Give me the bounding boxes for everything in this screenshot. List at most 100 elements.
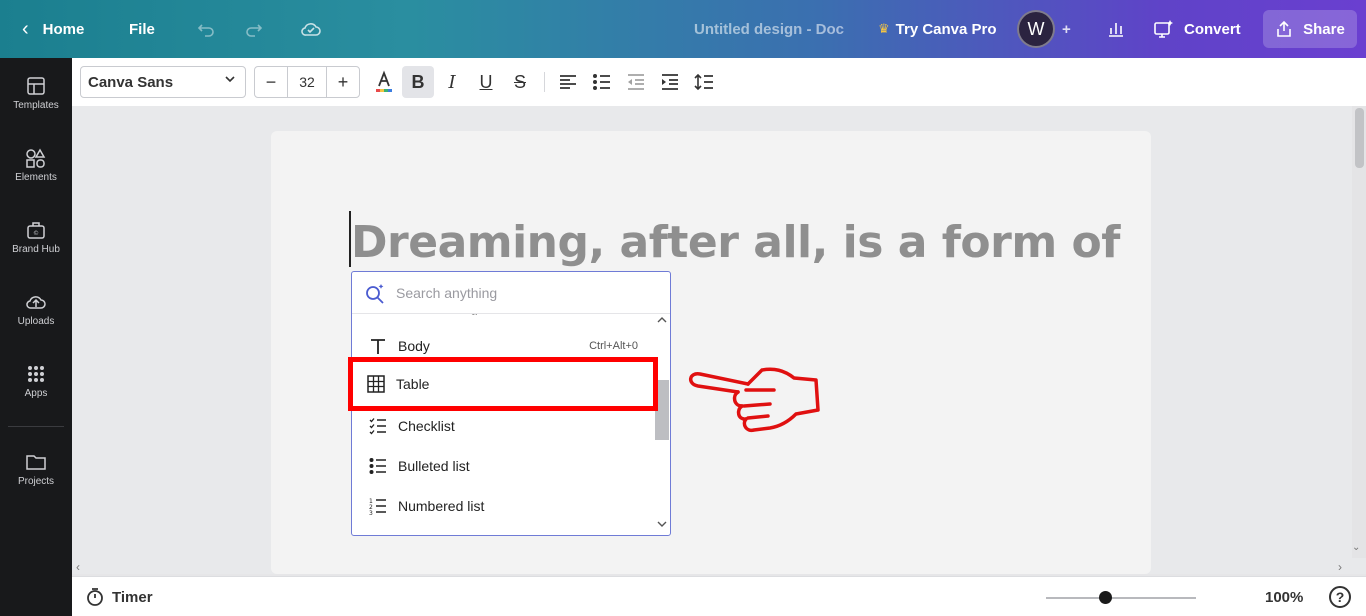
vertical-scrollbar[interactable] — [1352, 106, 1366, 558]
timer-label: Timer — [112, 588, 153, 606]
popup-scrollbar[interactable] — [653, 314, 670, 535]
vertical-scrollbar-thumb[interactable] — [1355, 108, 1364, 168]
document-headline[interactable]: Dreaming, after all, is a form of — [351, 217, 1120, 268]
text-color-button[interactable] — [368, 66, 400, 98]
bulleted-list-icon — [366, 457, 390, 475]
sidebar-item-apps[interactable]: Apps — [0, 364, 72, 399]
add-collaborator-button[interactable]: + — [1062, 0, 1071, 58]
help-button[interactable]: ? — [1329, 586, 1351, 608]
try-canva-pro-button[interactable]: ♛ Try Canva Pro — [878, 0, 997, 58]
strikethrough-icon: S — [513, 71, 526, 92]
zoom-slider[interactable] — [1046, 597, 1196, 599]
elements-icon — [26, 148, 46, 168]
canvas-area: Dreaming, after all, is a form of — [72, 106, 1366, 574]
line-spacing-icon — [694, 73, 713, 91]
highlight-annotation: Table — [348, 357, 658, 411]
document-title[interactable]: Untitled design - Doc — [694, 0, 844, 58]
strikethrough-button[interactable]: S — [504, 66, 536, 98]
svg-text:3: 3 — [369, 510, 373, 515]
chevron-down-icon — [224, 73, 236, 88]
cloud-save-button[interactable] — [300, 0, 322, 58]
avatar[interactable]: W — [1017, 10, 1055, 48]
sidebar-item-elements[interactable]: Elements — [0, 148, 72, 183]
menu-item-label: Checklist — [398, 418, 455, 434]
convert-button[interactable]: Convert — [1152, 0, 1241, 58]
font-size-input[interactable]: 32 — [287, 67, 327, 97]
menu-item-label: Bulleted list — [398, 458, 470, 474]
undo-button[interactable] — [196, 0, 216, 58]
menu-item-numbered-list[interactable]: 123 Numbered list — [352, 486, 652, 526]
insights-button[interactable] — [1106, 0, 1126, 58]
line-spacing-button[interactable] — [688, 66, 720, 98]
align-left-button[interactable] — [552, 66, 584, 98]
sidebar-item-label: Elements — [15, 172, 57, 183]
menu-item-shortcut: Ctrl+Alt+0 — [589, 340, 638, 352]
popup-search — [352, 272, 670, 314]
chevron-down-icon[interactable] — [657, 519, 667, 532]
chevron-left-icon: ‹ — [22, 17, 29, 40]
sidebar-item-uploads[interactable]: Uploads — [0, 292, 72, 327]
clipped-item-fragment: g — [470, 309, 480, 315]
bulleted-list-button[interactable] — [586, 66, 618, 98]
menu-item-bulleted-list[interactable]: Bulleted list — [352, 446, 652, 486]
menu-item-table[interactable]: Table — [353, 362, 653, 406]
bulleted-list-icon — [593, 74, 610, 90]
indent-button[interactable] — [654, 66, 686, 98]
timer-button[interactable]: Timer — [86, 587, 153, 607]
footer-bar: Timer 100% ? — [72, 576, 1366, 616]
pointing-hand-icon — [689, 367, 820, 433]
align-left-icon — [560, 75, 576, 89]
scroll-down-arrow-icon[interactable]: ⌄ — [1352, 542, 1360, 553]
zoom-slider-thumb[interactable] — [1099, 591, 1112, 604]
scroll-left-arrow-icon[interactable]: ‹ — [76, 560, 80, 574]
bar-chart-icon — [1109, 23, 1123, 37]
text-icon — [366, 337, 390, 355]
crown-icon: ♛ — [878, 21, 890, 36]
outdent-button[interactable] — [620, 66, 652, 98]
convert-label: Convert — [1184, 20, 1241, 38]
sidebar-item-label: Uploads — [17, 316, 55, 327]
top-bar: ‹ Home File Untitled design - Doc ♛ Try … — [0, 0, 1366, 58]
sidebar-item-templates[interactable]: Templates — [0, 76, 72, 111]
menu-item-label: Body — [398, 338, 430, 354]
chevron-up-icon[interactable] — [657, 315, 667, 328]
sidebar-item-brand-hub[interactable]: © Brand Hub — [0, 220, 72, 255]
text-color-icon — [376, 70, 392, 92]
magic-search-icon — [366, 283, 384, 304]
file-menu-button[interactable]: File — [129, 0, 155, 58]
uploads-icon — [26, 296, 46, 309]
scroll-right-arrow-icon[interactable]: › — [1338, 560, 1342, 574]
indent-icon — [662, 74, 678, 90]
share-icon — [1277, 20, 1291, 37]
popup-search-input[interactable] — [396, 284, 646, 301]
share-button[interactable]: Share — [1263, 10, 1357, 48]
zoom-level[interactable]: 100% — [1265, 589, 1303, 606]
home-button[interactable]: ‹ Home — [22, 0, 84, 58]
sidebar-item-label: Templates — [13, 100, 59, 111]
menu-item-checklist[interactable]: Checklist — [352, 406, 652, 446]
italic-icon: I — [448, 71, 456, 93]
magic-convert-icon — [1154, 20, 1173, 38]
font-family-select[interactable]: Canva Sans — [80, 66, 246, 98]
sidebar-item-label: Apps — [24, 388, 48, 399]
bold-icon: B — [411, 71, 425, 92]
sidebar-item-projects[interactable]: Projects — [0, 452, 72, 487]
checklist-icon — [366, 417, 390, 435]
underline-button[interactable]: U — [470, 66, 502, 98]
home-label: Home — [42, 20, 85, 38]
font-family-value: Canva Sans — [88, 73, 174, 91]
sidebar-item-label: Projects — [17, 476, 55, 487]
underline-icon: U — [479, 71, 493, 92]
redo-icon — [246, 24, 263, 37]
italic-button[interactable]: I — [436, 66, 468, 98]
font-size-stepper: − 32 + — [254, 66, 360, 98]
decrease-font-size-button[interactable]: − — [255, 67, 287, 97]
bold-button[interactable]: B — [402, 66, 434, 98]
templates-icon — [27, 77, 45, 95]
outdent-icon — [628, 74, 644, 90]
menu-item-label: Table — [396, 376, 430, 392]
increase-font-size-button[interactable]: + — [327, 67, 359, 97]
numbered-list-icon: 123 — [366, 497, 390, 515]
redo-button[interactable] — [244, 0, 264, 58]
timer-icon — [87, 588, 103, 606]
